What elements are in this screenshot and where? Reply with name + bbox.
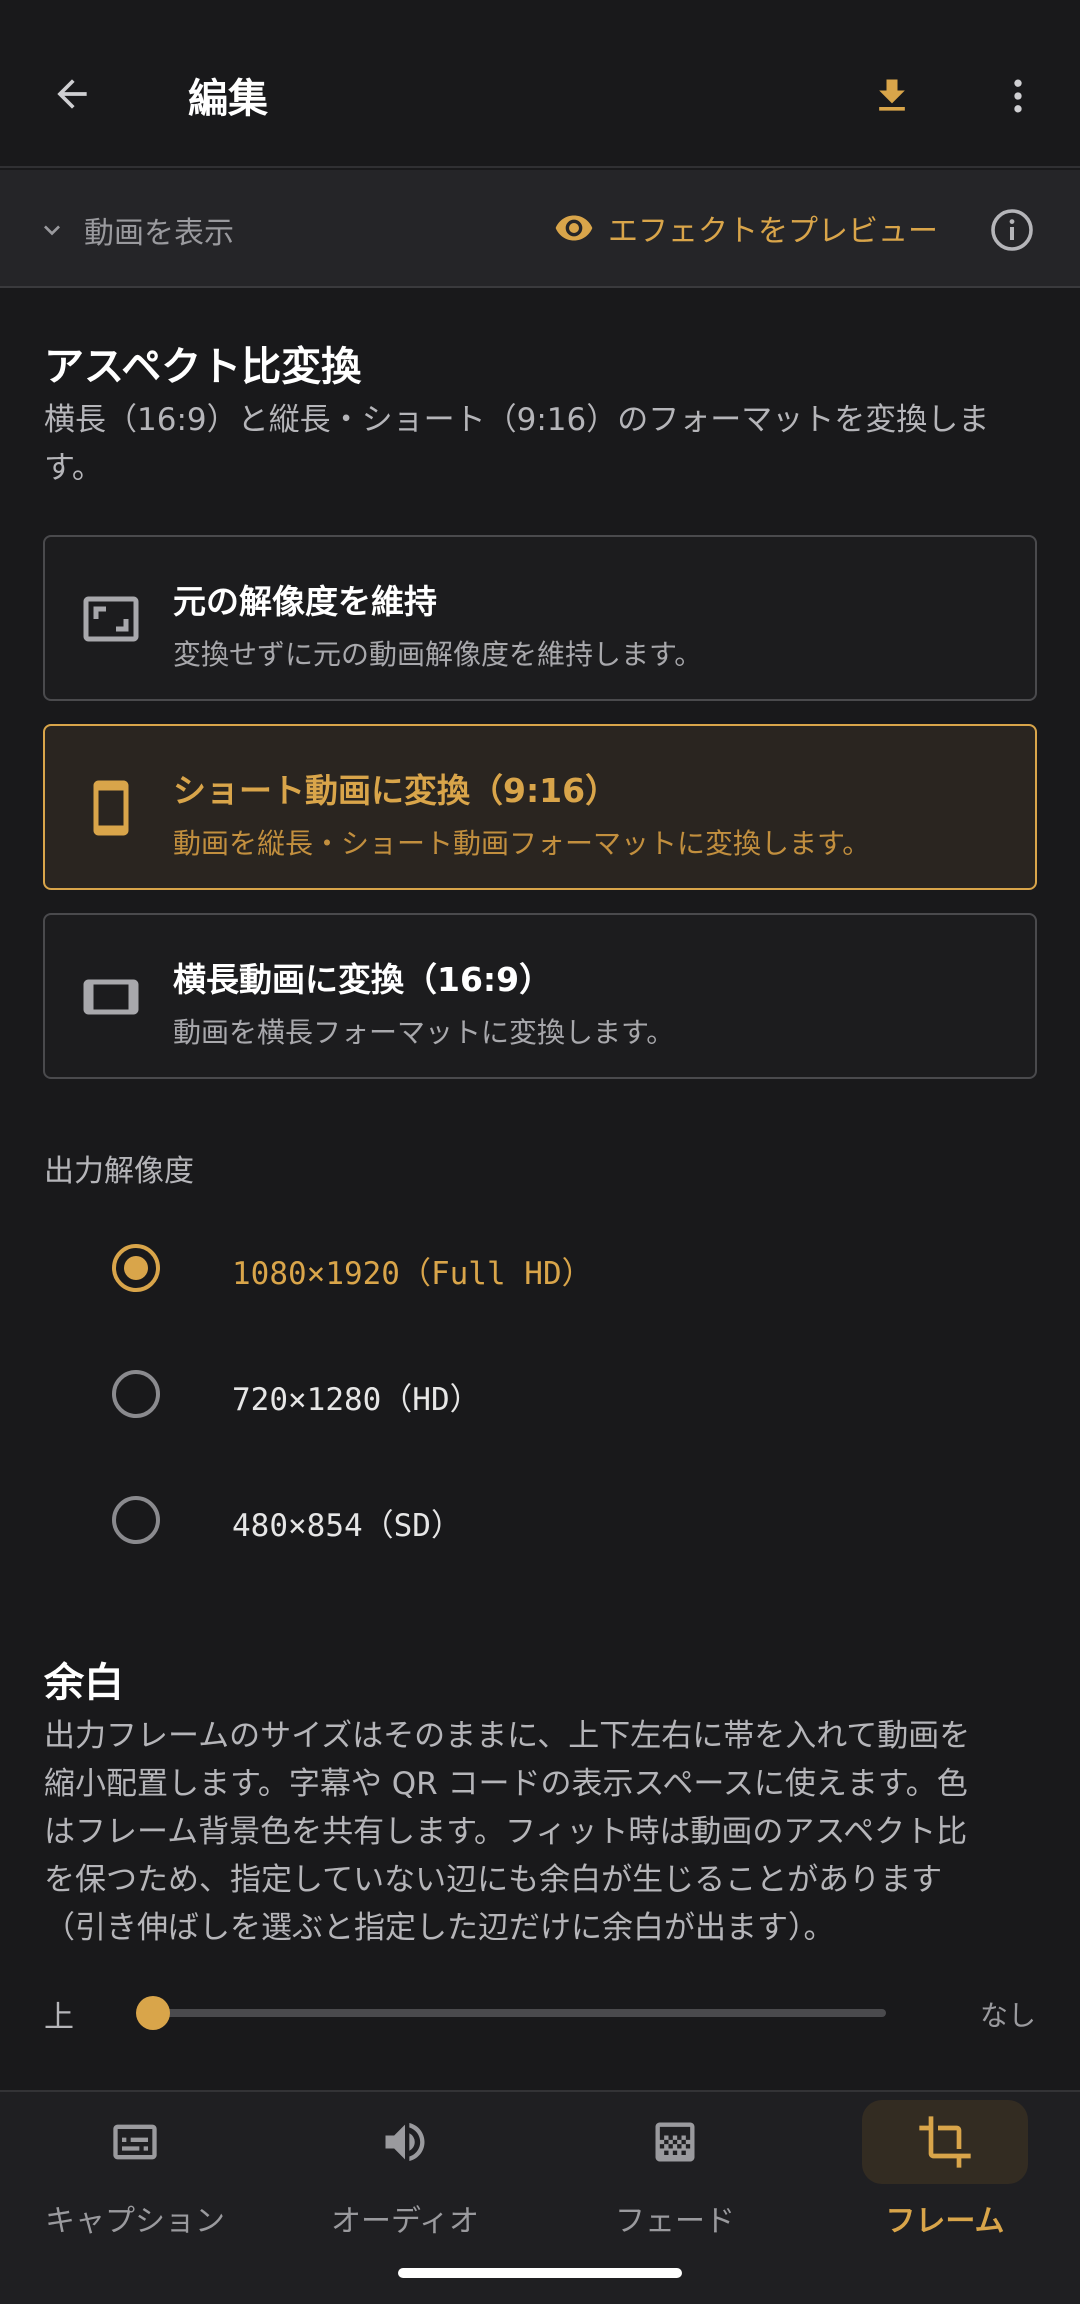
resolution-option-fullhd[interactable]: 1080×1920（Full HD） [80, 1218, 980, 1318]
info-button[interactable] [988, 206, 1036, 254]
preview-bar: 動画を表示 エフェクトをプレビュー [0, 170, 1080, 288]
show-video-toggle[interactable]: 動画を表示 [36, 206, 234, 254]
show-video-label: 動画を表示 [84, 216, 234, 251]
nav-item-caption[interactable]: キャプション [0, 2090, 270, 2250]
home-indicator [398, 2268, 682, 2278]
margin-desc-line: を保つため、指定していない辺にも余白が生じることがあります [44, 1862, 943, 1898]
margin-desc-line: 出力フレームのサイズはそのままに、上下左右に帯を入れて動画を [44, 1718, 971, 1754]
margin-desc-line: はフレーム背景色を共有します。フィット時は動画のアスペクト比 [44, 1814, 968, 1850]
option-convert-landscape[interactable]: 横長動画に変換（16:9） 動画を横長フォーマットに変換します。 [43, 913, 1037, 1079]
nav-item-label: キャプション [45, 2204, 225, 2239]
aspect-desc-line: す。 [44, 450, 103, 486]
nav-item-label: フレーム [885, 2204, 1005, 2239]
option-title: 横長動画に変換（16:9） [173, 960, 553, 999]
margin-section-title: 余白 [44, 1660, 124, 1706]
top-margin-value: なし [980, 1999, 1037, 2032]
resolution-option-label: 480×854（SD） [232, 1508, 462, 1544]
speaker-icon [375, 2112, 435, 2172]
resolution-option-sd[interactable]: 480×854（SD） [80, 1470, 980, 1570]
option-subtitle: 動画を縦長・ショート動画フォーマットに変換します。 [173, 827, 871, 860]
resolution-option-label: 720×1280（HD） [232, 1382, 481, 1418]
top-margin-label: 上 [44, 2000, 74, 2035]
phone-portrait-icon [79, 776, 143, 840]
nav-item-label: フェード [615, 2204, 735, 2239]
top-app-bar: 編集 [0, 0, 1080, 168]
nav-item-audio[interactable]: オーディオ [270, 2090, 540, 2250]
radio-button[interactable] [112, 1496, 160, 1544]
option-subtitle: 動画を横長フォーマットに変換します。 [173, 1016, 675, 1049]
aspect-section-description: 横長（16:9）と縦長・ショート（9:16）のフォーマットを変換しま す。 [44, 396, 989, 492]
nav-item-frame[interactable]: フレーム [810, 2090, 1080, 2250]
more-vertical-icon [1014, 79, 1022, 113]
resolution-label: 出力解像度 [44, 1154, 194, 1189]
info-icon [991, 209, 1033, 251]
margin-section-description: 出力フレームのサイズはそのままに、上下左右に帯を入れて動画を 縮小配置します。字… [44, 1712, 970, 1952]
aspect-ratio-icon [79, 587, 143, 651]
preview-effect-button[interactable]: エフェクトをプレビュー [554, 202, 938, 254]
radio-button[interactable] [112, 1244, 160, 1292]
margin-desc-line: （引き伸ばしを選ぶと指定した辺だけに余白が出ます）。 [44, 1910, 835, 1946]
more-options-button[interactable] [982, 60, 1054, 132]
margin-desc-line: 縮小配置します。字幕や QR コードの表示スペースに使えます。色 [44, 1766, 968, 1802]
option-keep-original[interactable]: 元の解像度を維持 変換せずに元の動画解像度を維持します。 [43, 535, 1037, 701]
arrow-left-icon [57, 79, 87, 109]
preview-effect-label: エフェクトをプレビュー [608, 214, 938, 249]
landscape-icon [79, 965, 143, 1029]
gradient-icon [645, 2112, 705, 2172]
back-button[interactable] [36, 58, 108, 130]
nav-item-fade[interactable]: フェード [540, 2090, 810, 2250]
option-subtitle: 変換せずに元の動画解像度を維持します。 [173, 638, 703, 671]
top-margin-slider-thumb[interactable] [136, 1996, 170, 2030]
page-title: 編集 [188, 76, 268, 122]
download-icon [879, 79, 905, 111]
top-margin-slider-track[interactable] [150, 2009, 886, 2017]
aspect-desc-line: 横長（16:9）と縦長・ショート（9:16）のフォーマットを変換しま [44, 402, 990, 438]
radio-button[interactable] [112, 1370, 160, 1418]
crop-icon [915, 2112, 975, 2172]
download-button[interactable] [856, 60, 928, 132]
chevron-down-icon [44, 225, 60, 236]
resolution-option-hd[interactable]: 720×1280（HD） [80, 1344, 980, 1444]
nav-item-label: オーディオ [331, 2204, 479, 2239]
eye-icon [555, 215, 593, 241]
subtitles-icon [105, 2112, 165, 2172]
resolution-option-label: 1080×1920（Full HD） [232, 1256, 593, 1292]
aspect-section-title: アスペクト比変換 [44, 344, 362, 390]
option-title: 元の解像度を維持 [173, 582, 437, 621]
option-title: ショート動画に変換（9:16） [173, 771, 619, 810]
option-convert-short[interactable]: ショート動画に変換（9:16） 動画を縦長・ショート動画フォーマットに変換します… [43, 724, 1037, 890]
